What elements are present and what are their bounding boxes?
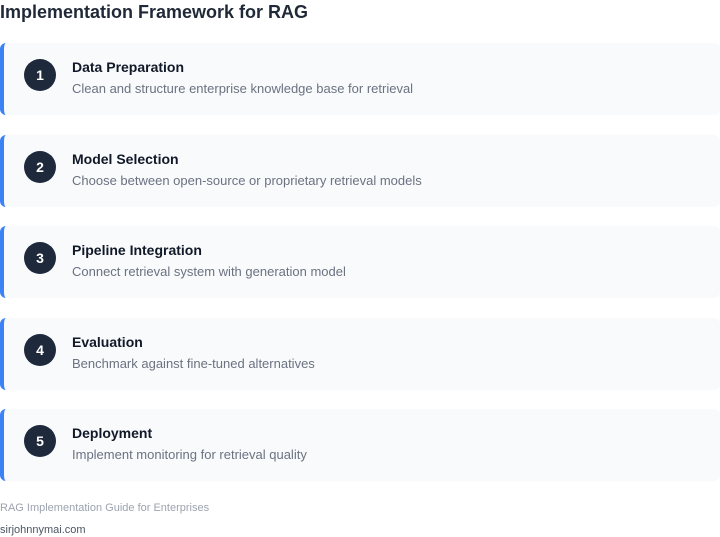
step-number-badge: 1 — [24, 59, 56, 91]
step-description: Clean and structure enterprise knowledge… — [72, 81, 414, 96]
step-title: Pipeline Integration — [72, 242, 202, 258]
step-card-1: 1 Data Preparation Clean and structure e… — [0, 43, 720, 115]
step-card-4: 4 Evaluation Benchmark against fine-tune… — [0, 317, 720, 390]
step-description: Implement monitoring for retrieval quali… — [72, 447, 307, 462]
step-number-badge: 4 — [24, 333, 56, 366]
step-description: Choose between open-source or proprietar… — [72, 172, 422, 188]
step-card-5: 5 Deployment Implement monitoring for re… — [0, 409, 720, 481]
step-title: Model Selection — [72, 150, 179, 167]
page-title: Implementation Framework for RAG — [0, 2, 309, 22]
step-title: Data Preparation — [72, 59, 185, 75]
step-number-badge: 3 — [24, 242, 56, 274]
step-card-2: 2 Model Selection Choose between open-so… — [0, 134, 720, 207]
step-number-badge: 5 — [24, 425, 56, 457]
page: Implementation Framework for RAG 1 Data … — [0, 0, 720, 537]
step-description: Benchmark against fine-tuned alternative… — [72, 355, 315, 371]
step-card-3: 3 Pipeline Integration Connect retrieval… — [0, 226, 720, 298]
step-title: Deployment — [72, 425, 153, 441]
step-description: Connect retrieval system with generation… — [72, 264, 346, 279]
step-number-badge: 2 — [24, 150, 56, 183]
footer-site-link[interactable]: sirjohnnymai.com — [0, 524, 86, 537]
step-title: Evaluation — [72, 333, 143, 350]
footer-caption: RAG Implementation Guide for Enterprises — [0, 502, 210, 514]
steps-list: 1 Data Preparation Clean and structure e… — [0, 43, 720, 501]
